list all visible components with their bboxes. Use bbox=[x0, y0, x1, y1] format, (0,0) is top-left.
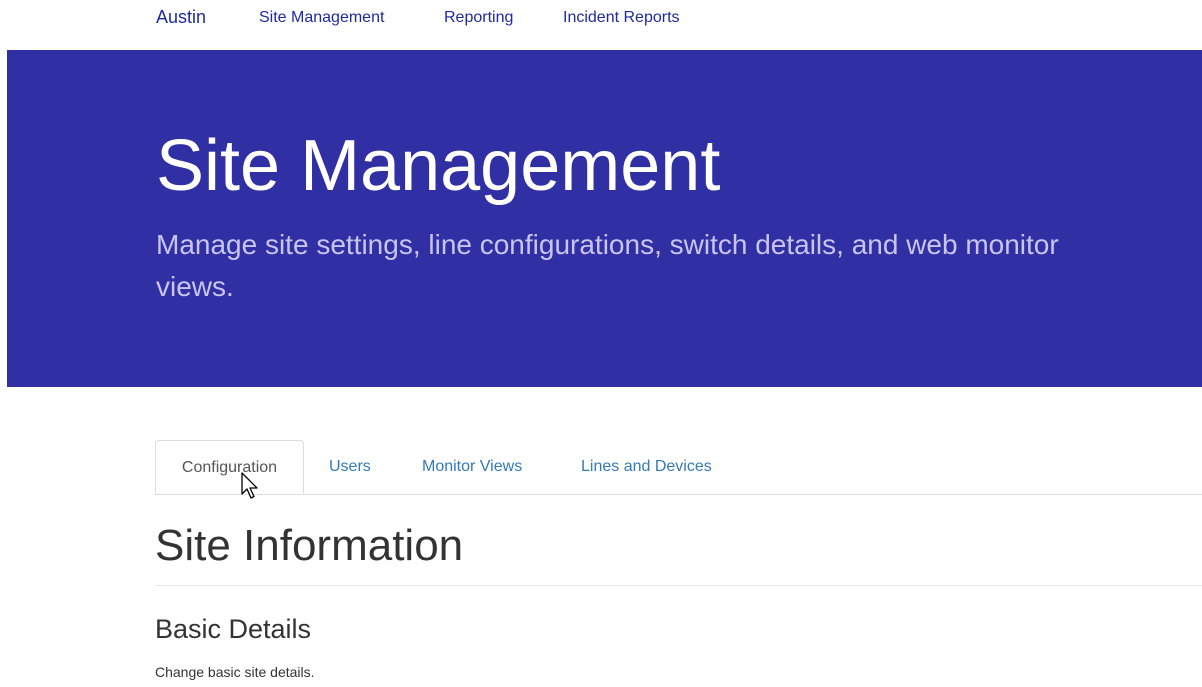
nav-link-reporting[interactable]: Reporting bbox=[444, 8, 513, 28]
page-title: Site Management bbox=[156, 126, 721, 206]
subsection-title-basic-details: Basic Details bbox=[155, 614, 312, 644]
tab-users[interactable]: Users bbox=[329, 440, 371, 493]
tab-lines-and-devices[interactable]: Lines and Devices bbox=[581, 440, 712, 493]
mouse-pointer-icon bbox=[241, 472, 258, 499]
page-header-banner: Site Management Manage site settings, li… bbox=[7, 50, 1202, 387]
tab-monitor-views[interactable]: Monitor Views bbox=[422, 440, 522, 493]
basic-details-help-text: Change basic site details. bbox=[155, 664, 315, 680]
section-title-site-information: Site Information bbox=[155, 521, 464, 570]
page-subtitle: Manage site settings, line configuration… bbox=[156, 229, 1059, 302]
top-navbar: Austin Site Management Reporting Inciden… bbox=[0, 0, 1202, 36]
nav-link-incident-reports[interactable]: Incident Reports bbox=[563, 8, 680, 28]
brand-link[interactable]: Austin bbox=[156, 5, 206, 29]
settings-tabs: Configuration Users Monitor Views Lines … bbox=[155, 440, 1202, 495]
section-divider bbox=[155, 585, 1202, 586]
tab-configuration[interactable]: Configuration bbox=[155, 440, 304, 494]
nav-link-site-management[interactable]: Site Management bbox=[259, 8, 384, 28]
